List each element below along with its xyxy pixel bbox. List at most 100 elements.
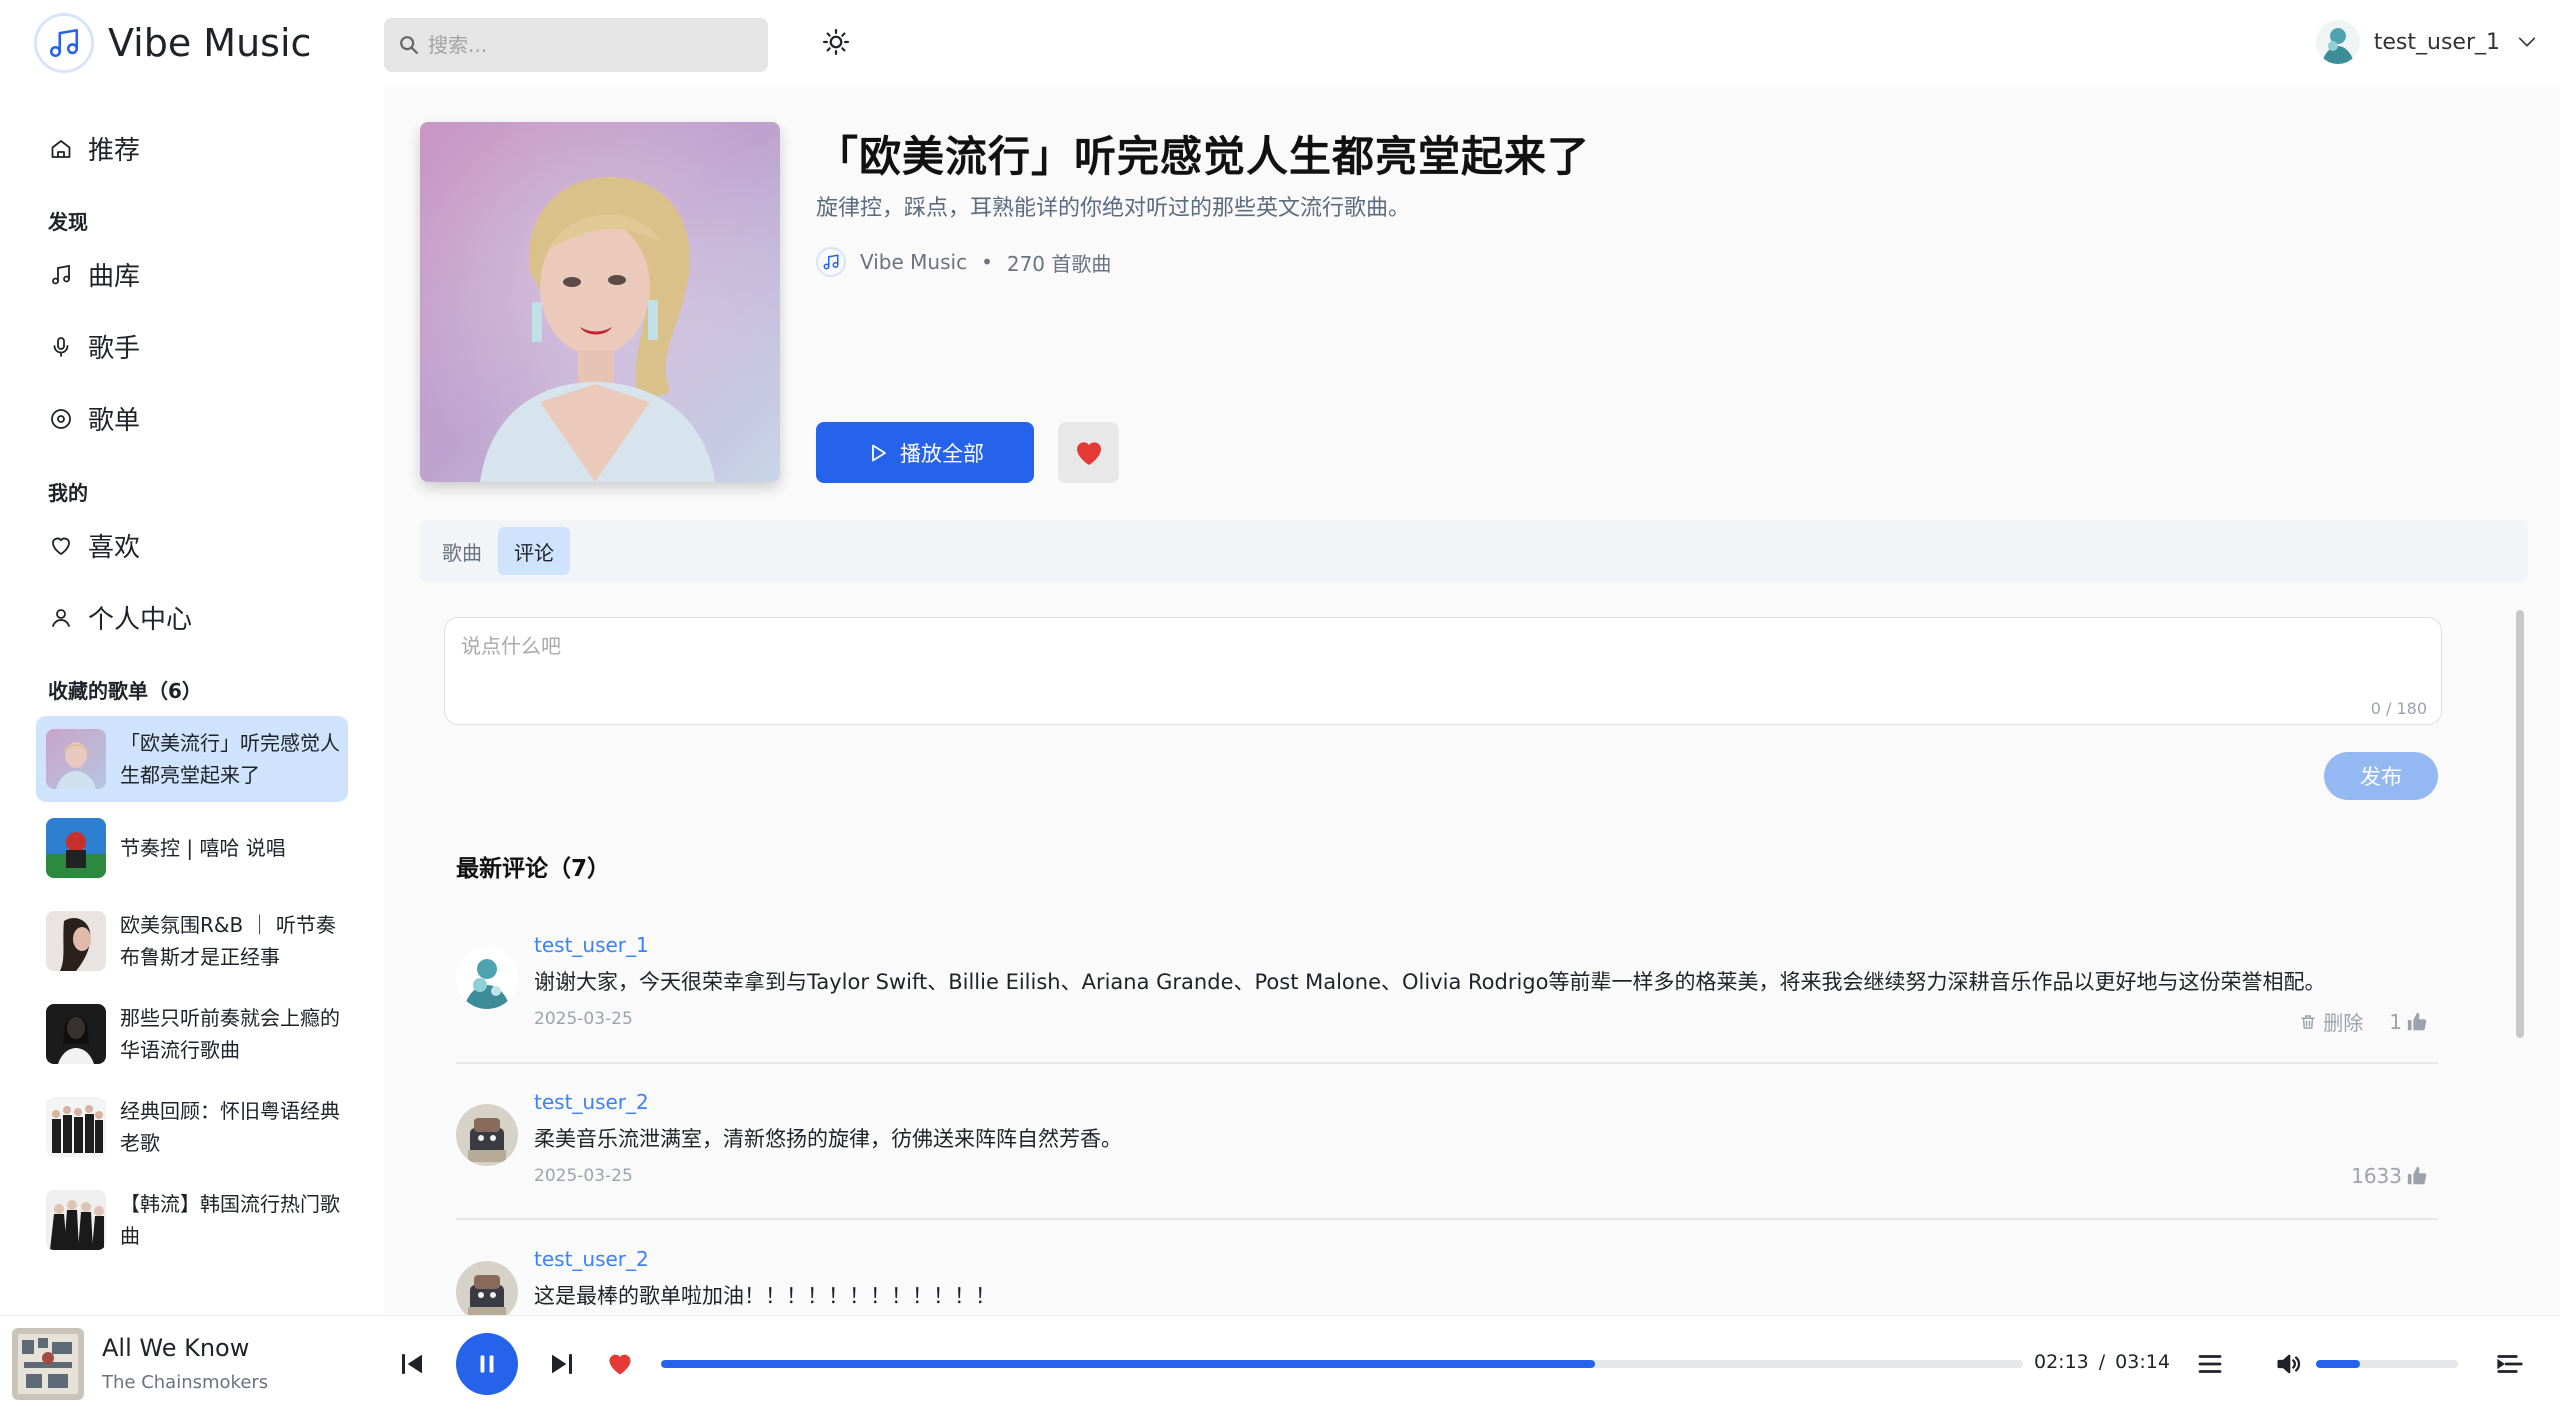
skip-back-icon[interactable] [394,1346,430,1382]
disc-icon [48,406,74,432]
app-logo[interactable]: Vibe Music [34,13,311,73]
sidebar-item-artists[interactable]: 歌手 [48,328,140,365]
sun-icon[interactable] [818,24,854,60]
playlist-title: 经典回顾：怀旧粤语经典老歌 [120,1099,340,1155]
time-separator: / [2098,1351,2106,1373]
sidebar-item-label: 喜欢 [88,533,141,563]
heart-outline-icon [48,533,74,559]
collected-playlist-item[interactable]: 经典回顾：怀旧粤语经典老歌 [36,1084,348,1170]
collected-playlist-item[interactable]: 【韩流】韩国流行热门歌曲 [36,1177,348,1263]
collected-playlist-item[interactable]: 欧美氛围R&B ｜ 听节奏布鲁斯才是正经事 [36,898,348,984]
sidebar-item-profile[interactable]: 个人中心 [48,599,192,636]
sidebar-item-label: 歌单 [88,406,141,436]
queue-icon[interactable] [2492,1346,2528,1382]
volume-slider[interactable] [2316,1360,2458,1368]
playlist-description: 旋律控，踩点，耳熟能详的你绝对听过的那些英文流行歌曲。 [816,196,1411,221]
playlist-title: 欧美氛围R&B ｜ 听节奏布鲁斯才是正经事 [120,913,336,969]
section-title-collected: 收藏的歌单（6） [48,679,202,703]
sidebar-item-label: 曲库 [88,262,141,292]
pause-button[interactable] [456,1333,518,1395]
comment-divider [456,1062,2438,1064]
comment-text: 柔美音乐流泄满室，清新悠扬的旋律，彷佛送来阵阵自然芳香。 [534,1127,1122,1151]
playlist-title: 那些只听前奏就会上瘾的华语流行歌曲 [120,1006,340,1062]
delete-button[interactable]: 删除 [2293,1007,2363,1036]
play-all-label: 播放全部 [900,442,984,466]
avatar[interactable] [456,1261,518,1315]
avatar[interactable] [456,947,518,1009]
tab-comments[interactable]: 评论 [498,527,570,575]
sidebar-item-home[interactable]: 推荐 [48,130,140,167]
playlist-cover [420,122,780,482]
now-playing-cover[interactable] [12,1328,84,1400]
play-all-button[interactable]: 播放全部 [816,422,1034,483]
tab-songs[interactable]: 歌曲 [426,527,498,575]
now-playing-artist[interactable]: The Chainsmokers [102,1372,268,1393]
comment-actions: 1633 [2351,1164,2432,1188]
total-time: 03:14 [2115,1351,2170,1373]
progress-bar[interactable] [661,1360,2023,1368]
comment-item: test_user_2 这是最棒的歌单啦加油！！！！！！！！！！！！ [456,1247,2438,1315]
playlist-title: 「欧美流行」听完感觉人生都亮堂起来了 [816,132,1591,181]
comment-actions: 删除 1 [2293,1007,2432,1036]
playback-time: 02:13 / 03:14 [2034,1351,2170,1373]
volume-icon[interactable] [2270,1346,2306,1382]
comment-input[interactable] [445,618,2441,724]
comment-username[interactable]: test_user_2 [534,1247,649,1271]
app-name: Vibe Music [108,21,312,65]
delete-label: 删除 [2323,1011,2364,1035]
now-playing-title: All We Know [102,1334,250,1362]
progress-fill [661,1360,1596,1368]
music-note-icon [816,247,846,277]
user-menu[interactable]: test_user_1 [2315,20,2538,64]
sidebar-item-label: 个人中心 [88,605,193,635]
playlist-thumbnail [46,818,106,878]
tab-bar: 歌曲 评论 [420,520,2528,582]
top-bar: Vibe Music test_user_1 [0,0,2560,85]
playlist-meta: Vibe Music • 270 首歌曲 [816,247,1111,277]
search-input[interactable] [428,33,748,57]
thumbs-up-icon [2406,1165,2428,1187]
comment-username[interactable]: test_user_1 [534,933,649,957]
playlist-creator[interactable]: Vibe Music [860,250,967,274]
section-title-mine: 我的 [48,481,88,505]
heart-icon[interactable] [602,1346,638,1382]
scrollbar[interactable] [2516,610,2524,1038]
sidebar-item-library[interactable]: 曲库 [48,256,140,293]
like-button[interactable]: 1 [2389,1010,2432,1034]
skip-forward-icon[interactable] [544,1346,580,1382]
heart-icon [1073,437,1105,469]
playlist-title: 「欧美流行」听完感觉人生都亮堂起来了 [120,731,340,787]
playlist-thumbnail [46,1097,106,1157]
home-icon [48,136,74,162]
playlist-thumbnail [46,911,106,971]
comment-divider [456,1218,2438,1220]
username: test_user_1 [2373,29,2500,55]
like-button[interactable]: 1633 [2351,1164,2432,1188]
publish-button[interactable]: 发布 [2324,752,2438,800]
favorite-button[interactable] [1058,422,1119,483]
avatar[interactable] [456,1104,518,1166]
sidebar-item-favorites[interactable]: 喜欢 [48,527,140,564]
playlist-menu-icon[interactable] [2192,1346,2228,1382]
comment-input-box[interactable]: 0 / 180 [444,617,2442,725]
comment-text: 谢谢大家，今天很荣幸拿到与Taylor Swift、Billie Eilish、… [534,970,2326,994]
collected-playlist-item[interactable]: 节奏控 | 嘻哈 说唱 [36,805,348,891]
comment-text: 这是最棒的歌单啦加油！！！！！！！！！！！！ [534,1284,996,1308]
playlist-detail: 「欧美流行」听完感觉人生都亮堂起来了 旋律控，踩点，耳熟能详的你绝对听过的那些英… [384,85,2560,1315]
collected-playlist-item[interactable]: 「欧美流行」听完感觉人生都亮堂起来了 [36,716,348,802]
search-bar[interactable] [384,18,768,72]
sidebar-item-label: 推荐 [88,136,141,166]
song-count: 270 首歌曲 [1006,251,1112,276]
comment-item: test_user_2 柔美音乐流泄满室，清新悠扬的旋律，彷佛送来阵阵自然芳香。… [456,1090,2438,1215]
playlist-thumbnail [46,1004,106,1064]
music-note-icon [34,13,94,73]
like-count: 1633 [2351,1164,2402,1188]
section-title-discover: 发现 [48,210,88,234]
comment-username[interactable]: test_user_2 [534,1090,649,1114]
playlist-title: 【韩流】韩国流行热门歌曲 [120,1192,340,1248]
microphone-icon [48,334,74,360]
sidebar-item-playlists[interactable]: 歌单 [48,400,140,437]
playlist-thumbnail [46,1190,106,1250]
like-count: 1 [2389,1009,2402,1034]
collected-playlist-item[interactable]: 那些只听前奏就会上瘾的华语流行歌曲 [36,991,348,1077]
